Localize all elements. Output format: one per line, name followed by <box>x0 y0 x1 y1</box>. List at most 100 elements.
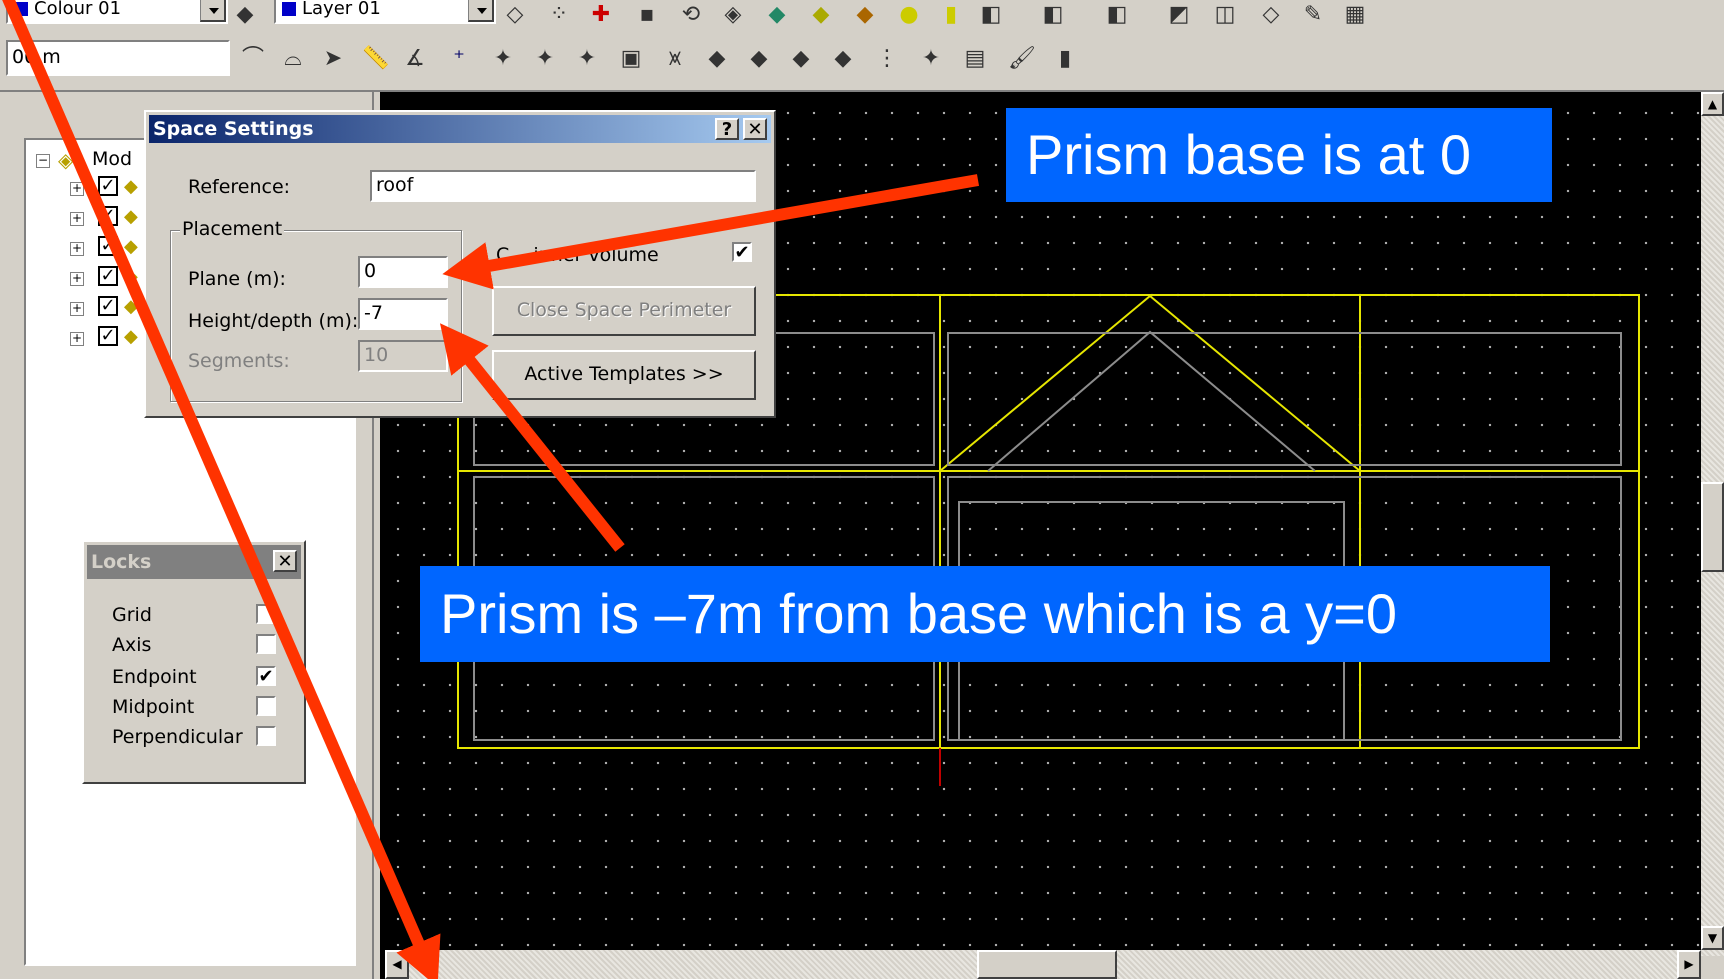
expand-icon[interactable]: + <box>70 332 84 346</box>
height-label: Height/depth (m): <box>188 310 359 332</box>
grid-tool-icon[interactable]: ▤ <box>964 48 986 70</box>
scroll-up-button[interactable]: ▲ <box>1701 92 1724 116</box>
chevron-down-icon[interactable] <box>200 0 226 22</box>
expand-icon[interactable]: + <box>70 242 84 256</box>
lock-checkbox[interactable] <box>256 634 276 654</box>
top-toolbar: Colour 01 ◆ Layer 01 ◇ ⁘ ✚ ▪ ⟲ ◈ ◆ ◆ ◆ ●… <box>0 0 1724 39</box>
reference-input[interactable]: roof <box>370 170 756 202</box>
scroll-left-button[interactable]: ◀ <box>385 950 409 979</box>
cube-yellow-icon[interactable]: ◆ <box>810 4 832 26</box>
lock-checkbox[interactable] <box>256 604 276 624</box>
segments-input[interactable]: 10 <box>358 340 448 372</box>
expand-icon[interactable]: + <box>70 302 84 316</box>
align-tool-icon[interactable]: ⋮ <box>876 48 898 70</box>
vertical-scrollbar[interactable]: ▲ ▼ <box>1701 92 1724 979</box>
visibility-checkbox[interactable]: ✓ <box>98 296 118 316</box>
locks-titlebar[interactable]: Locks ✕ <box>87 545 301 579</box>
layer-icon: ◆ <box>124 176 138 197</box>
lock-checkbox[interactable] <box>256 696 276 716</box>
roof-gable-inner <box>987 330 1316 472</box>
colour-combo[interactable]: Colour 01 <box>6 0 228 24</box>
arc-tool-2-icon[interactable]: ⌓ <box>282 48 304 70</box>
view-side-icon[interactable]: ◧ <box>1042 4 1064 26</box>
arc-tool-icon[interactable]: ⌒ <box>242 48 264 70</box>
brush-icon[interactable]: 🖌 <box>1008 48 1036 70</box>
view-front-icon[interactable]: ◧ <box>980 4 1002 26</box>
shape-tool-4-icon[interactable]: ◆ <box>832 48 854 70</box>
tree-root-label: Mod <box>92 148 133 170</box>
ruler-icon[interactable]: 📏 <box>362 48 389 70</box>
cube-red-icon[interactable]: ◆ <box>854 4 876 26</box>
space-settings-dialog: Space Settings ? ✕ Reference: roof Place… <box>144 110 776 418</box>
space-tool-3-icon[interactable]: ✦ <box>576 48 598 70</box>
layer-icon: ◆ <box>124 206 138 227</box>
space-tool-2-icon[interactable]: ✦ <box>534 48 556 70</box>
cube-green-icon[interactable]: ◆ <box>766 4 788 26</box>
segments-value: 10 <box>364 344 389 366</box>
value-field[interactable]: 00 m <box>6 40 230 76</box>
plane-value: 0 <box>364 260 377 282</box>
visibility-checkbox[interactable]: ✓ <box>98 176 118 196</box>
visibility-checkbox[interactable]: ✓ <box>98 326 118 346</box>
layer-icon: ◆ <box>124 296 138 317</box>
placement-label: Placement <box>180 218 285 240</box>
help-button[interactable]: ? <box>715 118 739 140</box>
horizontal-scroll-thumb[interactable] <box>977 950 1117 979</box>
measure-icon[interactable]: ✎ <box>1302 4 1324 26</box>
layer-tool-icon[interactable]: ◇ <box>504 4 526 26</box>
inner-volume-checkbox[interactable]: ✔ <box>732 242 752 262</box>
paint-bucket-icon[interactable]: ◆ <box>234 4 256 26</box>
visibility-checkbox[interactable]: ✓ <box>98 236 118 256</box>
expand-icon[interactable]: + <box>70 272 84 286</box>
trash-icon[interactable]: ▮ <box>1054 48 1076 70</box>
select-mode-icon[interactable]: ◈ <box>722 4 744 26</box>
sphere-icon[interactable]: ● <box>898 4 920 26</box>
layer-combo-value: Layer 01 <box>302 0 381 19</box>
render-icon[interactable]: ◩ <box>1168 4 1190 26</box>
wireframe-icon[interactable]: ◫ <box>1214 4 1236 26</box>
locks-title: Locks <box>91 551 152 573</box>
pointer-icon[interactable]: ➤ <box>322 48 344 70</box>
close-space-perimeter-button[interactable]: Close Space Perimeter <box>492 286 756 336</box>
grid-dots-icon[interactable]: ⁘ <box>548 4 570 26</box>
vertical-scroll-thumb[interactable] <box>1701 482 1724 572</box>
space-settings-titlebar[interactable]: Space Settings ? ✕ <box>149 115 771 143</box>
square-tool-icon[interactable]: ▪ <box>636 4 658 26</box>
view-top-icon[interactable]: ◧ <box>1106 4 1128 26</box>
visibility-checkbox[interactable]: ✓ <box>98 206 118 226</box>
diamond-icon[interactable]: ◇ <box>1260 4 1282 26</box>
lock-checkbox[interactable]: ✔ <box>256 666 276 686</box>
close-icon[interactable]: ✕ <box>743 118 767 140</box>
cylinder-icon[interactable]: ▮ <box>940 4 962 26</box>
shape-tool-3-icon[interactable]: ◆ <box>790 48 812 70</box>
dialog-title: Space Settings <box>153 118 314 140</box>
point-query-icon[interactable]: ⁺ <box>448 48 470 70</box>
shape-tool-1-icon[interactable]: ◆ <box>706 48 728 70</box>
rotate-icon[interactable]: ⟲ <box>680 4 702 26</box>
space-tool-4-icon[interactable]: ✦ <box>920 48 942 70</box>
chart-icon[interactable]: ▦ <box>1344 4 1366 26</box>
scroll-down-button[interactable]: ▼ <box>1701 926 1724 950</box>
scroll-right-button[interactable]: ▶ <box>1677 950 1701 979</box>
visibility-checkbox[interactable]: ✓ <box>98 266 118 286</box>
shape-tool-2-icon[interactable]: ◆ <box>748 48 770 70</box>
expand-icon[interactable]: + <box>70 212 84 226</box>
height-input[interactable]: -7 <box>358 298 448 330</box>
active-templates-button[interactable]: Active Templates >> <box>492 350 756 400</box>
space-tool-1-icon[interactable]: ✦ <box>492 48 514 70</box>
layer-icon: ◆ <box>124 266 138 287</box>
lock-label: Perpendicular <box>112 726 243 748</box>
chevron-down-icon[interactable] <box>468 0 494 22</box>
collapse-icon[interactable]: − <box>36 154 50 168</box>
layer-combo[interactable]: Layer 01 <box>274 0 496 24</box>
expand-icon[interactable]: + <box>70 182 84 196</box>
plane-input[interactable]: 0 <box>358 256 448 288</box>
angle-icon[interactable]: ∡ <box>404 48 426 70</box>
box-tool-icon[interactable]: ▣ <box>620 48 642 70</box>
horizontal-scrollbar[interactable]: ◀ ▶ <box>385 950 1701 979</box>
close-icon[interactable]: ✕ <box>273 550 297 572</box>
height-value: -7 <box>364 302 383 324</box>
lock-checkbox[interactable] <box>256 726 276 746</box>
roof-tool-icon[interactable]: ⩙ <box>664 48 686 70</box>
axis-icon[interactable]: ✚ <box>590 4 612 26</box>
